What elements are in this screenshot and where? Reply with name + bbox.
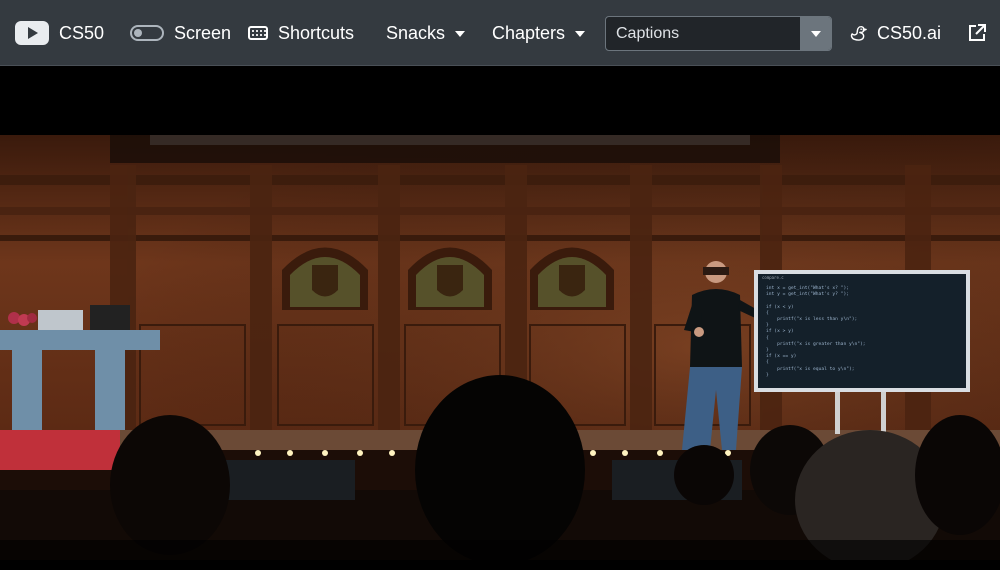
external-link-icon	[969, 24, 986, 41]
code-line: printf("x is less than y\n");	[766, 317, 858, 323]
chevron-down-icon	[455, 31, 466, 37]
cs50-ai-link[interactable]: CS50.ai	[849, 0, 941, 66]
shortcuts-label: Shortcuts	[278, 22, 355, 43]
display-board-screen: compare.c int x = get_int("What's x? ");…	[758, 274, 966, 388]
chevron-down-icon	[575, 31, 586, 37]
captions-select[interactable]: Captions	[605, 16, 832, 51]
top-toolbar: CS50 Screen Shortcuts Snacks Chapters Ca…	[0, 0, 1000, 66]
code-line: printf("x is greater than y\n");	[766, 341, 866, 347]
display-tab-label: compare.c	[762, 275, 784, 280]
snacks-label: Snacks	[386, 22, 446, 43]
open-external-button[interactable]	[967, 0, 987, 66]
code-block: int x = get_int("What's x? "); int y = ge…	[766, 286, 866, 379]
chapters-dropdown[interactable]: Chapters	[492, 0, 586, 66]
captions-value: Captions	[616, 24, 680, 42]
chevron-down-icon	[811, 30, 821, 37]
code-line: printf("x is equal to y\n");	[766, 366, 855, 372]
youtube-icon	[15, 21, 49, 45]
shortcuts-button[interactable]: Shortcuts	[248, 0, 354, 66]
keyboard-icon	[248, 26, 268, 40]
screen-toggle[interactable]: Screen	[130, 0, 231, 66]
toggle-switch-icon[interactable]	[130, 25, 164, 41]
video-player[interactable]: compare.c int x = get_int("What's x? ");…	[0, 66, 1000, 570]
youtube-link[interactable]: CS50	[15, 0, 104, 66]
course-title: CS50	[59, 22, 105, 43]
code-line: }	[766, 372, 769, 378]
lecture-video-frame[interactable]: compare.c int x = get_int("What's x? ");…	[0, 135, 1000, 560]
ai-label: CS50.ai	[877, 22, 942, 43]
duck-icon	[850, 25, 867, 41]
screen-label: Screen	[174, 22, 232, 43]
chapters-label: Chapters	[492, 22, 566, 43]
snacks-dropdown[interactable]: Snacks	[386, 0, 466, 66]
captions-dropdown-button[interactable]	[800, 17, 831, 50]
